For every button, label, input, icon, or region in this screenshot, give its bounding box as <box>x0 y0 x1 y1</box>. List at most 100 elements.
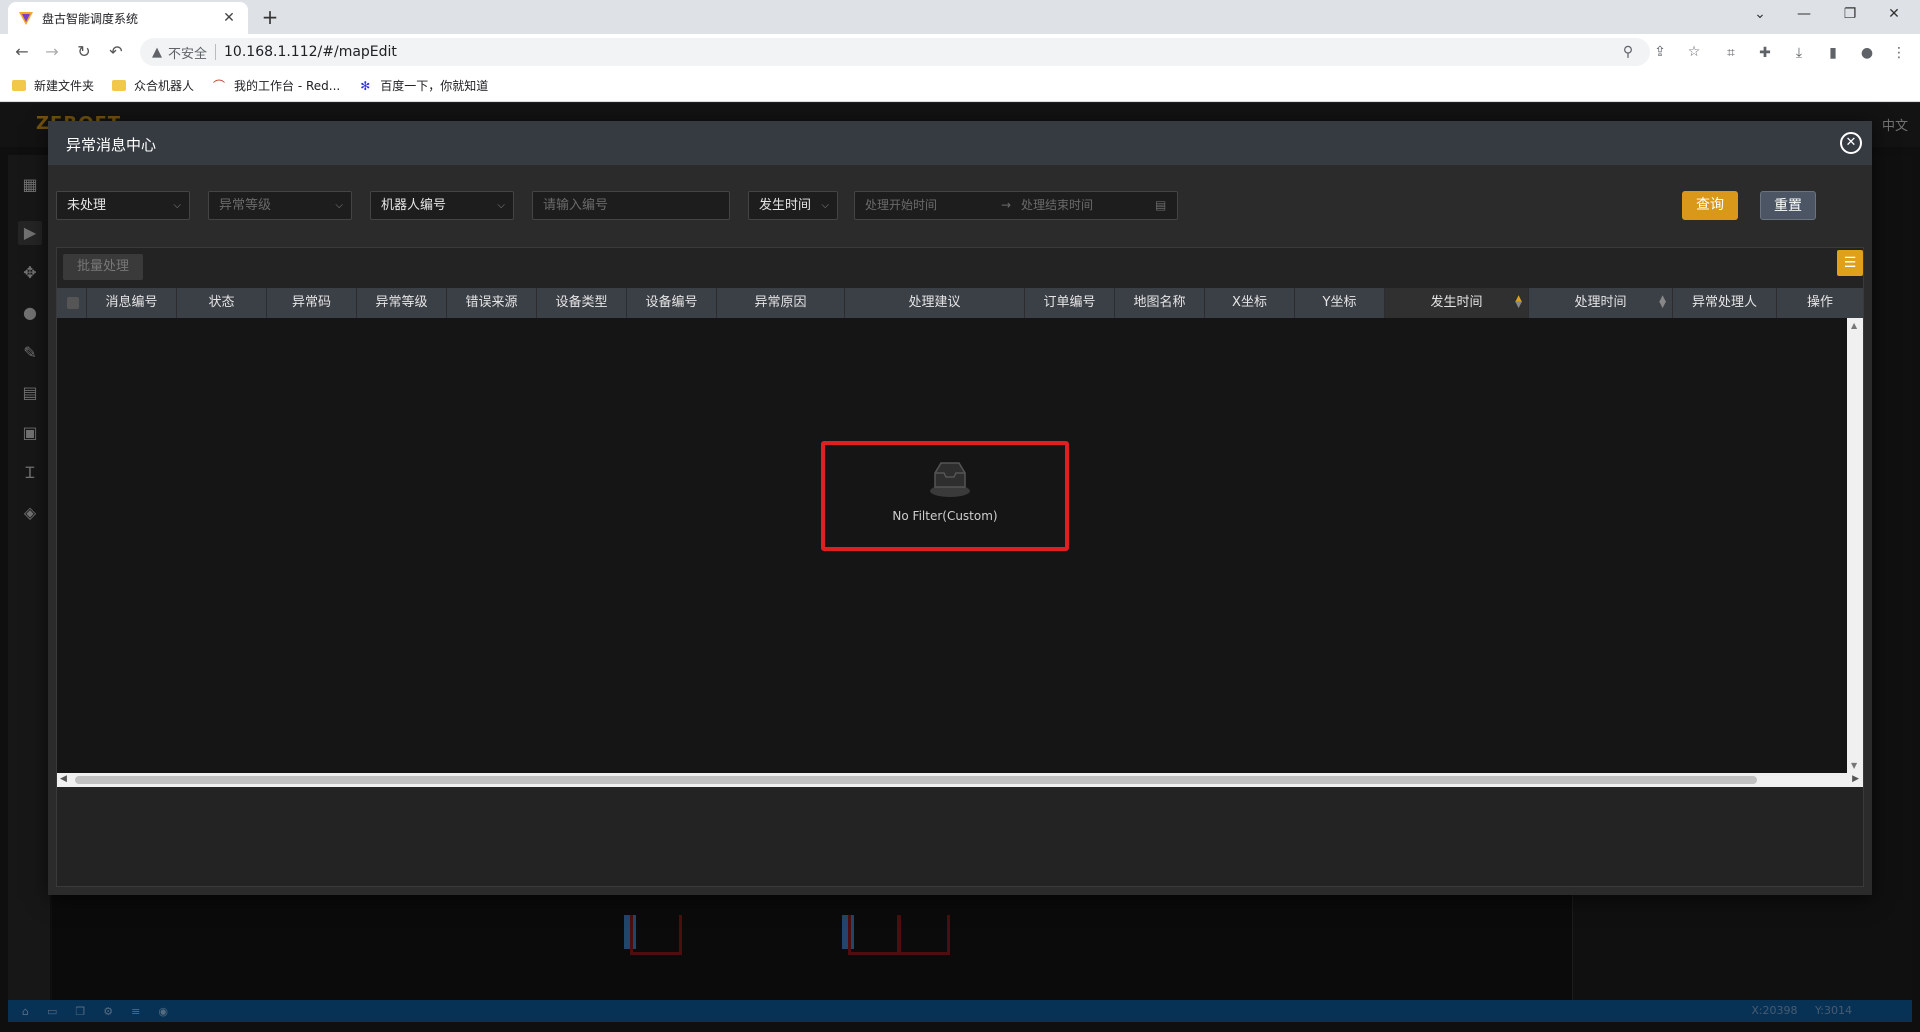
calendar-icon: ▤ <box>1155 198 1167 212</box>
scroll-left-icon[interactable]: ◀ <box>60 774 67 784</box>
empty-inbox-icon <box>930 462 970 497</box>
sort-icon: ▲ ▼ <box>1659 294 1666 310</box>
profile-icon[interactable]: ● <box>1856 42 1878 64</box>
url-text: 10.168.1.112/#/mapEdit <box>224 44 397 60</box>
bookmark-label: 新建文件夹 <box>34 79 95 93</box>
exception-message-dialog: 异常消息中心 ✕ 未处理 ⌵ 异常等级 ⌵ 机器人编号 ⌵ 请输入编号 发生时间… <box>48 121 1872 895</box>
dialog-header: 异常消息中心 ✕ <box>48 121 1872 165</box>
bookmark-item[interactable]: ✻ 百度一下，你就知道 <box>358 77 488 94</box>
select-all-cell <box>57 288 87 318</box>
column-header: 地图名称 <box>1115 288 1205 318</box>
zoom-icon[interactable]: ⚲ <box>1618 42 1638 62</box>
folder-icon <box>12 80 26 91</box>
folder-icon <box>112 80 127 91</box>
column-header: Y坐标 <box>1295 288 1385 318</box>
status-select[interactable]: 未处理 ⌵ <box>56 191 190 220</box>
number-input-placeholder: 请输入编号 <box>543 198 609 213</box>
menu-icon[interactable]: ⋮ <box>1888 42 1910 64</box>
scroll-down-icon[interactable]: ▼ <box>1851 761 1857 770</box>
column-header: 处理建议 <box>845 288 1025 318</box>
vertical-scrollbar[interactable]: ▲ ▼ <box>1847 318 1863 773</box>
bookmark-label: 百度一下，你就知道 <box>380 79 489 93</box>
share-icon[interactable]: ⇪ <box>1650 42 1670 62</box>
restore-icon[interactable]: ❐ <box>1828 0 1872 30</box>
query-button[interactable]: 查询 <box>1682 191 1738 220</box>
robot-id-select[interactable]: 机器人编号 ⌵ <box>370 191 514 220</box>
column-header: 异常码 <box>267 288 357 318</box>
empty-state-text: No Filter(Custom) <box>892 509 998 523</box>
robot-id-select-value: 机器人编号 <box>381 198 447 213</box>
time-type-select[interactable]: 发生时间 ⌵ <box>748 191 838 220</box>
column-header-label: 处理时间 <box>1574 295 1627 310</box>
column-header: 订单编号 <box>1025 288 1115 318</box>
tab-close-icon[interactable]: ✕ <box>220 10 238 26</box>
chevron-down-icon: ⌵ <box>173 200 181 211</box>
column-header-sortable[interactable]: 发生时间 ▲ ▼ <box>1385 288 1529 318</box>
column-header: 异常处理人 <box>1673 288 1777 318</box>
reset-button[interactable]: 重置 <box>1760 191 1816 220</box>
crop-icon[interactable]: ⌗ <box>1720 42 1742 64</box>
column-header: 消息编号 <box>87 288 177 318</box>
range-arrow: → <box>1001 198 1012 212</box>
column-header-sortable[interactable]: 处理时间 ▲ ▼ <box>1529 288 1673 318</box>
extensions-icon[interactable]: ✚ <box>1754 42 1776 64</box>
column-header-label: 发生时间 <box>1430 295 1483 310</box>
browser-tab[interactable]: 盘古智能调度系统 ✕ <box>8 2 248 34</box>
scroll-up-icon[interactable]: ▲ <box>1851 321 1857 330</box>
security-label: 不安全 <box>168 46 208 62</box>
bookmark-label: 我的工作台 - Red... <box>234 79 341 93</box>
download-icon[interactable]: ⤓ <box>1788 42 1810 64</box>
bookmark-item[interactable]: 众合机器人 <box>112 77 194 94</box>
reload-icon[interactable]: ↻ <box>72 40 96 64</box>
forward-icon[interactable]: → <box>40 40 64 64</box>
close-icon[interactable]: ✕ <box>1840 132 1862 154</box>
window-close-icon[interactable]: ✕ <box>1872 0 1916 30</box>
scrollbar-thumb[interactable] <box>75 776 1757 784</box>
sidepanel-icon[interactable]: ▮ <box>1822 42 1844 64</box>
scroll-right-icon[interactable]: ▶ <box>1852 774 1859 784</box>
end-date-placeholder: 处理结束时间 <box>1021 198 1094 212</box>
browser-tabstrip: 盘古智能调度系统 ✕ + ⌄ — ❐ ✕ <box>0 0 1920 34</box>
date-range-picker[interactable]: 处理开始时间 → 处理结束时间 ▤ <box>854 191 1178 220</box>
bookmark-item[interactable]: 新建文件夹 <box>12 77 94 94</box>
chevron-down-icon: ⌵ <box>497 200 505 211</box>
time-type-select-value: 发生时间 <box>759 198 812 213</box>
column-header: 设备编号 <box>627 288 717 318</box>
bookmarks-bar: 新建文件夹 众合机器人 ⌒ 我的工作台 - Red... ✻ 百度一下，你就知道 <box>0 70 1920 102</box>
column-header: 操作 <box>1806 295 1833 310</box>
level-select[interactable]: 异常等级 ⌵ <box>208 191 352 220</box>
start-date-placeholder: 处理开始时间 <box>865 198 938 212</box>
empty-state-highlight: No Filter(Custom) <box>821 441 1069 551</box>
sort-icon: ▲ ▼ <box>1515 294 1522 310</box>
status-select-value: 未处理 <box>67 198 107 213</box>
column-header: 状态 <box>177 288 267 318</box>
tab-title: 盘古智能调度系统 <box>42 11 139 26</box>
bookmark-star-icon[interactable]: ☆ <box>1684 42 1704 62</box>
bookmark-label: 众合机器人 <box>134 79 195 93</box>
batch-process-button[interactable]: 批量处理 <box>63 254 143 280</box>
table-header: 消息编号 状态 异常码 异常等级 错误来源 设备类型 设备编号 异常原因 处理建… <box>57 288 1863 318</box>
chevron-down-icon: ⌵ <box>335 200 343 211</box>
column-header: 错误来源 <box>447 288 537 318</box>
new-tab-button[interactable]: + <box>258 6 282 30</box>
undo-icon[interactable]: ↶ <box>104 40 128 64</box>
browser-toolbar: ← → ↻ ↶ ▲ 不安全 10.168.1.112/#/mapEdit ⚲ ⇪… <box>0 34 1920 70</box>
back-icon[interactable]: ← <box>10 40 34 64</box>
number-input[interactable]: 请输入编号 <box>532 191 730 220</box>
dialog-title: 异常消息中心 <box>66 136 157 154</box>
level-select-placeholder: 异常等级 <box>219 198 272 213</box>
warning-icon: ▲ <box>152 44 162 60</box>
address-bar[interactable]: ▲ 不安全 10.168.1.112/#/mapEdit <box>140 38 1650 66</box>
select-all-checkbox[interactable] <box>67 297 79 309</box>
app-favicon-icon <box>19 12 33 25</box>
horizontal-scrollbar[interactable]: ◀ ▶ <box>57 773 1863 787</box>
column-header: 异常等级 <box>357 288 447 318</box>
column-settings-icon[interactable]: ☰ <box>1837 250 1863 276</box>
omnibox-divider <box>215 44 217 60</box>
column-header: 异常原因 <box>717 288 845 318</box>
bookmark-item[interactable]: ⌒ 我的工作台 - Red... <box>212 77 340 94</box>
tab-search-icon[interactable]: ⌄ <box>1738 0 1782 30</box>
redmine-icon: ⌒ <box>213 78 226 93</box>
minimize-icon[interactable]: — <box>1782 0 1826 30</box>
exception-table: 批量处理 ☰ 消息编号 状态 异常码 异常等级 错误来源 设备类型 设备编号 异… <box>56 247 1864 887</box>
